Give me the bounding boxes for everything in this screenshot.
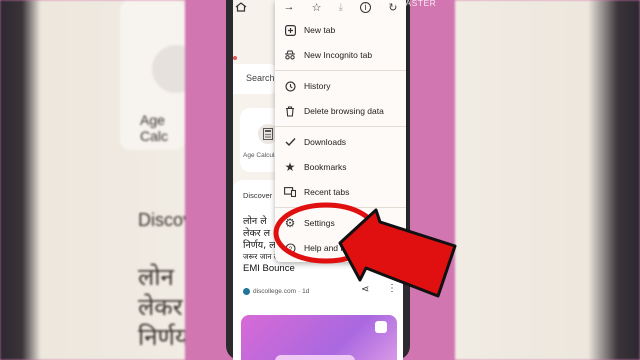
- watermark: KINEMASTER: [376, 0, 437, 8]
- annotation-overlay: [273, 202, 457, 298]
- red-arrow-annotation: [338, 208, 457, 298]
